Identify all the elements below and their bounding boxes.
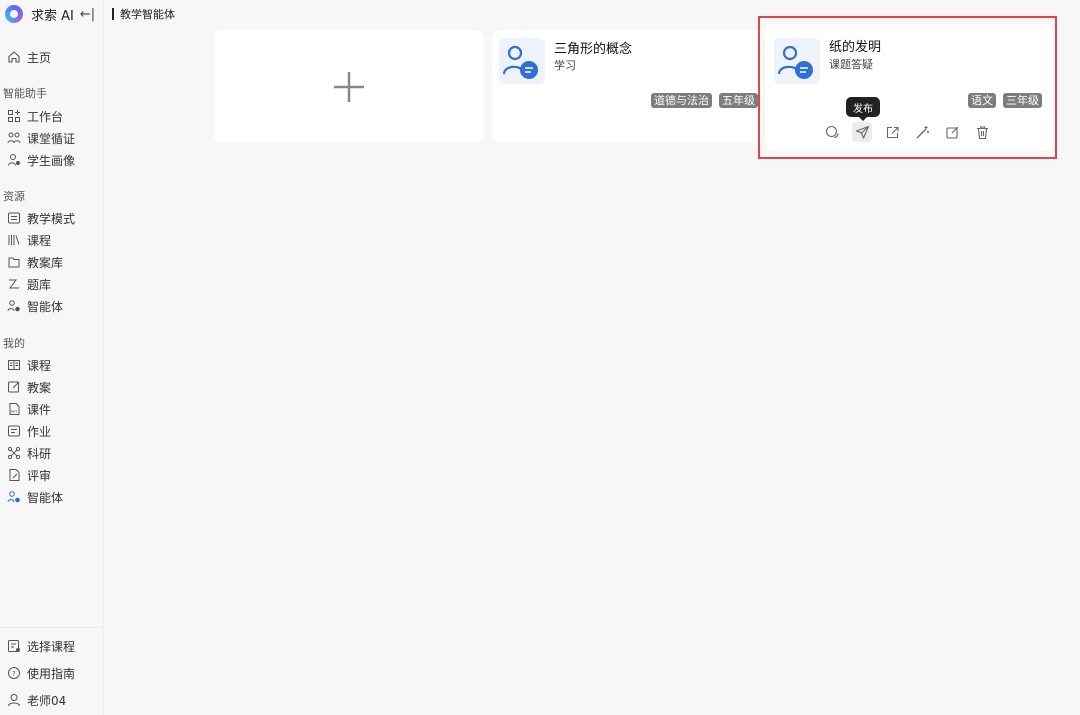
sidebar-item-label: 智能体: [27, 299, 64, 314]
sidebar: 求索 AI ←| 主页 智能助手 工作台 课堂循证 学生画像 资源 教学模式 课…: [0, 0, 104, 715]
delete-button[interactable]: [972, 122, 992, 142]
user-guide-button[interactable]: ? 使用指南: [7, 664, 102, 682]
sidebar-item-label: 课件: [27, 402, 52, 417]
chat-icon: [825, 125, 839, 138]
question-bank-icon: [9, 279, 19, 289]
user-icon: [8, 694, 20, 707]
sidebar-item-label: 教学模式: [27, 211, 76, 226]
sidebar-item-my-lesson[interactable]: 教案: [7, 378, 102, 396]
agent-avatar-icon: [774, 38, 820, 84]
svg-text:PPT: PPT: [11, 410, 18, 414]
sidebar-group-title: 我的: [3, 337, 25, 350]
sidebar-group-title: 资源: [3, 190, 25, 203]
bottom-item-label: 使用指南: [27, 666, 76, 681]
my-agent-icon: [7, 491, 20, 503]
help-icon: ?: [8, 667, 20, 679]
agent-card-subtitle: 学习: [554, 59, 576, 72]
bottom-item-label: 老师04: [27, 693, 67, 708]
page-title: 教学智能体: [112, 6, 175, 22]
bottom-item-label: 选择课程: [27, 639, 76, 654]
research-icon: [7, 446, 21, 460]
tag-grade: 三年级: [1003, 93, 1042, 108]
sidebar-item-label: 工作台: [27, 109, 64, 124]
workbench-icon: [8, 110, 20, 122]
sidebar-item-label: 课堂循证: [27, 131, 76, 146]
sidebar-item-label: 学生画像: [27, 153, 76, 168]
page-title-text: 教学智能体: [120, 8, 175, 21]
sidebar-item-label: 主页: [27, 50, 52, 65]
sidebar-item-review[interactable]: 评审: [7, 466, 102, 484]
svg-text:?: ?: [12, 670, 16, 678]
agent-card-title: 纸的发明: [829, 40, 882, 55]
brand-logo: [5, 5, 23, 23]
sidebar-item-workbench[interactable]: 工作台: [7, 107, 102, 125]
select-course-icon: [8, 640, 20, 652]
sidebar-item-label: 课程: [27, 358, 52, 373]
share-button[interactable]: [882, 122, 902, 142]
magic-wand-icon: [916, 125, 929, 138]
sidebar-group-title: 智能助手: [3, 87, 47, 100]
plus-icon: [334, 71, 364, 102]
publish-tooltip: 发布: [846, 97, 880, 121]
title-bar: [112, 8, 114, 20]
select-course-button[interactable]: 选择课程: [7, 637, 102, 655]
classroom-icon: [7, 132, 21, 144]
publish-button[interactable]: [852, 122, 872, 142]
sidebar-item-my-agents[interactable]: 智能体: [7, 488, 102, 506]
card-actions: [822, 122, 1002, 142]
teaching-mode-icon: [8, 212, 20, 224]
sidebar-item-my-course[interactable]: 课程: [7, 356, 102, 374]
sidebar-item-label: 课程: [27, 233, 52, 248]
agent-card-title: 三角形的概念: [554, 42, 633, 57]
tag-subject: 语文: [968, 93, 996, 108]
brand: 求索 AI ←|: [5, 4, 105, 24]
agent-icon: [7, 300, 20, 312]
trash-icon: [976, 125, 988, 139]
brand-name: 求索 AI: [31, 8, 74, 24]
my-course-icon: [8, 360, 20, 370]
sidebar-item-teaching-mode[interactable]: 教学模式: [7, 209, 102, 227]
tag-subject: 道德与法治: [651, 93, 712, 108]
magic-edit-button[interactable]: [912, 122, 932, 142]
send-icon: [855, 125, 869, 139]
collapse-sidebar-icon[interactable]: ←|: [80, 7, 95, 22]
edit-icon: [945, 126, 958, 139]
sidebar-item-label: 评审: [27, 468, 52, 483]
student-portrait-icon: [8, 154, 20, 166]
agent-avatar-icon: [499, 38, 545, 84]
my-lesson-icon: [8, 381, 20, 393]
sidebar-item-label: 题库: [27, 277, 52, 292]
sidebar-item-classroom[interactable]: 课堂循证: [7, 129, 102, 147]
review-icon: [9, 469, 20, 481]
sidebar-item-student-portrait[interactable]: 学生画像: [7, 151, 102, 169]
user-account-button[interactable]: 老师04: [7, 691, 102, 709]
sidebar-item-label: 科研: [27, 446, 52, 461]
sidebar-item-courseware[interactable]: PPT 课件: [7, 400, 102, 418]
sidebar-item-question-bank[interactable]: 题库: [7, 275, 102, 293]
tag-grade: 五年级: [719, 93, 758, 108]
add-agent-card[interactable]: [214, 30, 484, 143]
sidebar-item-agents[interactable]: 智能体: [7, 297, 102, 315]
homework-icon: [8, 425, 20, 437]
sidebar-item-courses[interactable]: 课程: [7, 231, 102, 249]
sidebar-item-homework[interactable]: 作业: [7, 422, 102, 440]
sidebar-item-label: 智能体: [27, 490, 64, 505]
divider: [0, 627, 103, 628]
home-icon: [8, 51, 20, 63]
courses-icon: [8, 235, 20, 245]
lesson-library-icon: [8, 257, 20, 268]
chat-button[interactable]: [822, 122, 842, 142]
edit-button[interactable]: [942, 122, 962, 142]
external-link-icon: [886, 126, 899, 138]
courseware-icon: PPT: [9, 403, 20, 415]
sidebar-item-label: 教案库: [27, 255, 64, 270]
sidebar-item-label: 教案: [27, 380, 52, 395]
agent-card-subtitle: 课题答疑: [829, 58, 873, 71]
sidebar-item-lesson-library[interactable]: 教案库: [7, 253, 102, 271]
sidebar-item-home[interactable]: 主页: [7, 48, 102, 66]
sidebar-item-research[interactable]: 科研: [7, 444, 102, 462]
sidebar-item-label: 作业: [27, 424, 52, 439]
